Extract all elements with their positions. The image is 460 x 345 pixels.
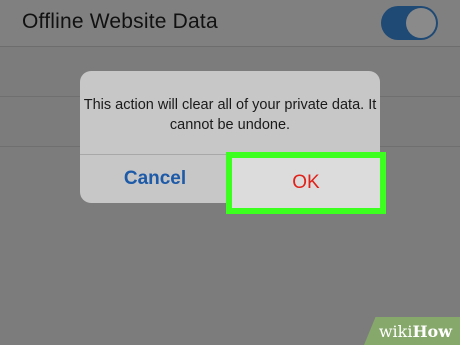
wikihow-watermark: wiki How xyxy=(364,317,460,345)
dialog-message: This action will clear all of your priva… xyxy=(83,97,377,133)
toggle-knob xyxy=(406,8,436,38)
watermark-wiki: wiki xyxy=(378,321,413,341)
ok-button[interactable]: OK xyxy=(226,152,386,214)
watermark-how: How xyxy=(412,321,452,341)
cancel-button[interactable]: Cancel xyxy=(80,155,230,203)
settings-row-offline-website-data: Offline Website Data xyxy=(0,0,460,47)
settings-row-label: Offline Website Data xyxy=(22,10,218,33)
offline-data-toggle[interactable] xyxy=(381,6,438,40)
